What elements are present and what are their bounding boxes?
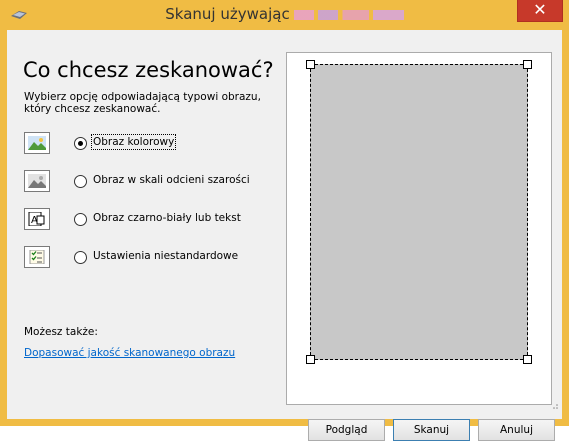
crop-handle-top-left[interactable]: [306, 60, 315, 69]
scan-button[interactable]: Skanuj: [393, 419, 470, 441]
option-label-grayscale[interactable]: Obraz w skali odcieni szarości: [93, 174, 250, 186]
crop-handle-top-right[interactable]: [523, 60, 532, 69]
also-label: Możesz także:: [24, 326, 98, 338]
scan-region-page[interactable]: [310, 64, 528, 360]
close-button[interactable]: ✕: [517, 0, 563, 22]
color-picture-icon[interactable]: [24, 132, 50, 154]
custom-settings-radio[interactable]: [74, 251, 87, 264]
page-title: Co chcesz zeskanować?: [23, 58, 274, 82]
adjust-quality-link[interactable]: Dopasować jakość skanowanego obrazu: [24, 347, 235, 359]
crop-handle-bottom-left[interactable]: [306, 355, 315, 364]
black-white-radio[interactable]: [74, 213, 87, 226]
instructions-text: Wybierz opcję odpowiadającą typowi obraz…: [24, 91, 261, 115]
cancel-button[interactable]: Anuluj: [478, 419, 555, 441]
option-label-black-white[interactable]: Obraz czarno-biały lub tekst: [93, 212, 241, 224]
resize-grip-icon[interactable]: [550, 401, 558, 409]
title-bar[interactable]: Skanuj używając ✕: [0, 0, 569, 30]
black-white-text-icon[interactable]: A: [24, 208, 50, 230]
option-label-color[interactable]: Obraz kolorowy: [90, 134, 177, 150]
option-label-custom[interactable]: Ustawienia niestandardowe: [93, 250, 238, 262]
scan-dialog-window: Skanuj używając ✕ Co chcesz zeskanować? …: [0, 0, 569, 441]
grayscale-radio[interactable]: [74, 175, 87, 188]
color-picture-radio[interactable]: [74, 137, 87, 150]
crop-handle-bottom-right[interactable]: [523, 355, 532, 364]
window-title: Skanuj używając: [0, 5, 569, 23]
redacted-device-name: [293, 9, 404, 20]
preview-button[interactable]: Podgląd: [308, 419, 385, 441]
grayscale-picture-icon[interactable]: [24, 170, 50, 192]
custom-settings-icon[interactable]: [24, 246, 50, 268]
